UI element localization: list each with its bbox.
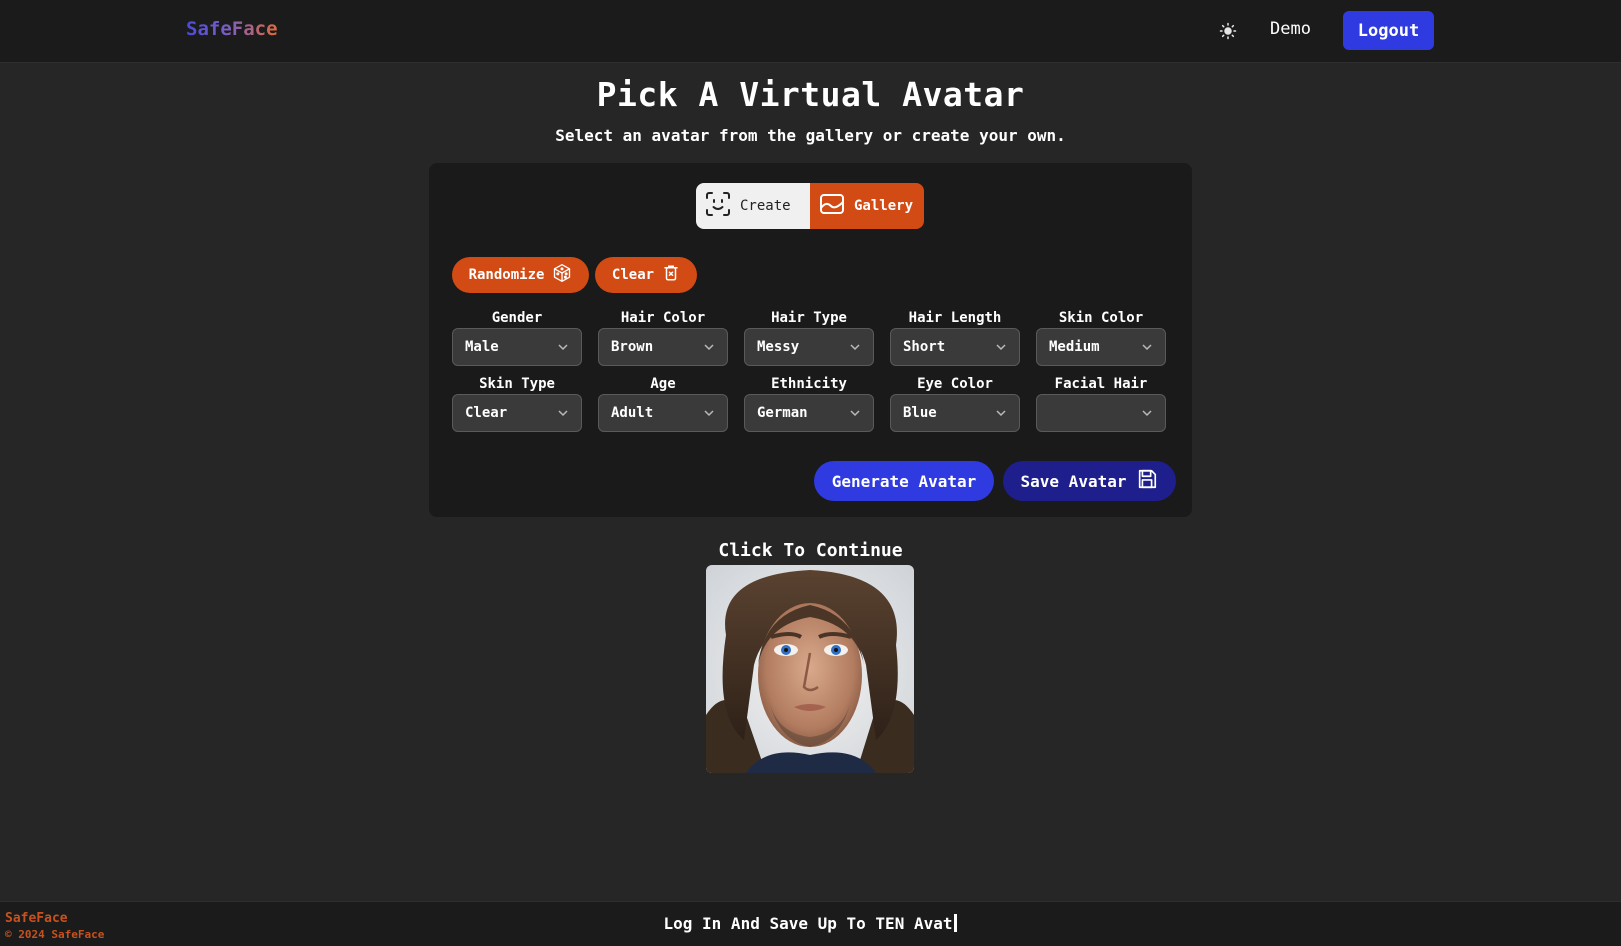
randomize-label: Randomize (468, 267, 545, 283)
floppy-disk-icon (1136, 468, 1158, 494)
field-age: Age Adult (598, 375, 728, 432)
eye-color-select[interactable]: Blue (890, 394, 1020, 432)
chevron-down-icon (849, 407, 861, 419)
sun-icon[interactable] (1218, 21, 1238, 41)
field-ethnicity: Ethnicity German (744, 375, 874, 432)
trash-icon (662, 264, 680, 286)
save-avatar-label: Save Avatar (1020, 471, 1127, 491)
chevron-down-icon (1141, 407, 1153, 419)
select-value: Blue (903, 405, 937, 421)
field-gender: Gender Male (452, 309, 582, 366)
field-skin-type: Skin Type Clear (452, 375, 582, 432)
field-label: Hair Type (771, 310, 847, 326)
chevron-down-icon (703, 341, 715, 353)
text-cursor (954, 914, 958, 932)
select-value: Medium (1049, 339, 1100, 355)
field-label: Eye Color (917, 376, 993, 392)
field-label: Skin Color (1058, 310, 1144, 326)
chevron-down-icon (995, 407, 1007, 419)
generate-avatar-button[interactable]: Generate Avatar (814, 461, 994, 501)
skin-color-select[interactable]: Medium (1036, 328, 1166, 366)
tab-gallery[interactable]: Gallery (810, 183, 924, 229)
field-facial-hair: Facial Hair (1036, 375, 1166, 432)
field-skin-color: Skin Color Medium (1036, 309, 1166, 366)
image-gallery-icon (818, 190, 846, 222)
footer: SafeFace © 2024 SafeFace Log In And Save… (0, 901, 1621, 946)
field-eye-color: Eye Color Blue (890, 375, 1020, 432)
dice-icon (552, 263, 572, 287)
marquee-text: Log In And Save Up To TEN Avat (663, 914, 953, 933)
chevron-down-icon (1141, 341, 1153, 353)
chevron-down-icon (703, 407, 715, 419)
skin-type-select[interactable]: Clear (452, 394, 582, 432)
clear-label: Clear (611, 267, 655, 283)
page-title: Pick A Virtual Avatar (596, 75, 1025, 114)
select-value: German (757, 405, 808, 421)
gender-select[interactable]: Male (452, 328, 582, 366)
field-label: Hair Color (620, 310, 706, 326)
face-icon (704, 190, 732, 222)
field-label: Facial Hair (1054, 376, 1148, 392)
generated-avatar-image[interactable] (706, 565, 914, 773)
continue-label: Click To Continue (718, 540, 903, 561)
field-label: Age (650, 376, 676, 392)
field-hair-color: Hair Color Brown (598, 309, 728, 366)
select-value: Male (465, 339, 499, 355)
clear-button[interactable]: Clear (595, 257, 697, 293)
select-value: Messy (757, 339, 800, 355)
select-value: Brown (611, 339, 654, 355)
top-navbar: SafeFace Demo Logout (0, 0, 1621, 63)
hair-color-select[interactable]: Brown (598, 328, 728, 366)
field-label: Ethnicity (771, 376, 847, 392)
age-select[interactable]: Adult (598, 394, 728, 432)
ethnicity-select[interactable]: German (744, 394, 874, 432)
randomize-button[interactable]: Randomize (452, 257, 589, 293)
select-value: Short (903, 339, 946, 355)
tab-create-label: Create (740, 198, 791, 214)
select-value: Adult (611, 405, 654, 421)
tab-gallery-label: Gallery (854, 198, 914, 214)
chevron-down-icon (995, 341, 1007, 353)
brand-logo[interactable]: SafeFace (186, 18, 278, 40)
mode-toggle: Create Gallery (696, 183, 924, 229)
select-value: Clear (465, 405, 508, 421)
page-subtitle: Select an avatar from the gallery or cre… (555, 126, 1066, 145)
chevron-down-icon (849, 341, 861, 353)
avatar-builder-panel: Create Gallery Randomize Clear Gender Ma… (429, 163, 1192, 517)
facial-hair-select[interactable] (1036, 394, 1166, 432)
field-hair-type: Hair Type Messy (744, 309, 874, 366)
footer-marquee: Log In And Save Up To TEN Avat (0, 914, 1621, 933)
chevron-down-icon (557, 407, 569, 419)
save-avatar-button[interactable]: Save Avatar (1003, 461, 1176, 501)
hair-length-select[interactable]: Short (890, 328, 1020, 366)
chevron-down-icon (557, 341, 569, 353)
demo-link[interactable]: Demo (1270, 19, 1311, 39)
field-hair-length: Hair Length Short (890, 309, 1020, 366)
field-label: Gender (491, 310, 543, 326)
field-label: Hair Length (908, 310, 1002, 326)
hair-type-select[interactable]: Messy (744, 328, 874, 366)
logout-button[interactable]: Logout (1343, 11, 1434, 50)
field-label: Skin Type (479, 376, 555, 392)
tab-create[interactable]: Create (696, 183, 810, 229)
